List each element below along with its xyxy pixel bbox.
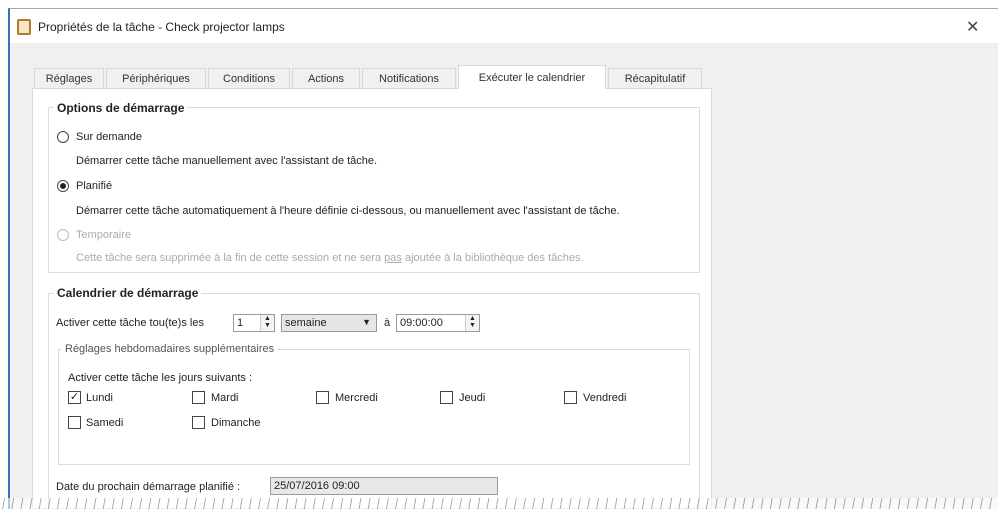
vendredi-label[interactable]: Vendredi [583,392,626,404]
mardi-label[interactable]: Mardi [211,392,239,404]
on-demand-label[interactable]: Sur demande [76,131,142,143]
temporary-desc: Cette tâche sera supprimée à la fin de c… [76,252,584,264]
days-label: Activer cette tâche les jours suivants : [68,372,253,384]
chevron-down-icon: ▼ [362,317,371,327]
schedule-title: Calendrier de démarrage [54,286,202,300]
mercredi-label[interactable]: Mercredi [335,392,378,404]
clipboard-icon [17,19,31,35]
title-bar: Propriétés de la tâche - Check projector… [10,9,998,43]
startup-options-group [48,107,700,273]
jeudi-checkbox[interactable] [440,391,453,404]
weekly-settings-group [58,349,690,465]
at-label: à [384,317,391,329]
tab-recapitulatif[interactable]: Récapitulatif [608,68,702,88]
weekly-settings-title: Réglages hebdomadaires supplémentaires [62,343,278,355]
window-title: Propriétés de la tâche - Check projector… [38,20,285,34]
tab-actions[interactable]: Actions [292,68,360,88]
temporary-label[interactable]: Temporaire [76,229,131,241]
lundi-checkbox[interactable]: ✓ [68,391,81,404]
scheduled-radio[interactable] [57,180,69,192]
dimanche-label[interactable]: Dimanche [211,417,261,429]
vendredi-checkbox[interactable] [564,391,577,404]
startup-options-title: Options de démarrage [54,101,188,115]
interval-spinner[interactable]: 1 ▲ ▼ [233,314,275,332]
unit-dropdown[interactable]: semaine ▼ [281,314,377,332]
on-demand-desc: Démarrer cette tâche manuellement avec l… [76,155,378,167]
on-demand-radio[interactable] [57,131,69,143]
tab-notifications[interactable]: Notifications [362,68,456,88]
samedi-label[interactable]: Samedi [86,417,123,429]
torn-edge [0,498,998,509]
spin-arrows-icon[interactable]: ▲ ▼ [465,315,479,331]
jeudi-label[interactable]: Jeudi [459,392,485,404]
next-run-label: Date du prochain démarrage planifié : [56,481,241,493]
scheduled-desc: Démarrer cette tâche automatiquement à l… [76,205,620,217]
tab-executer-calendrier[interactable]: Exécuter le calendrier [458,65,606,89]
lundi-label[interactable]: Lundi [86,392,113,404]
mardi-checkbox[interactable] [192,391,205,404]
dimanche-checkbox[interactable] [192,416,205,429]
time-spinner[interactable]: 09:00:00 ▲ ▼ [396,314,480,332]
tab-peripheriques[interactable]: Périphériques [106,68,206,88]
scheduled-label[interactable]: Planifié [76,180,112,192]
close-button[interactable]: ✕ [966,17,979,37]
mercredi-checkbox[interactable] [316,391,329,404]
tab-reglages[interactable]: Réglages [34,68,104,88]
tab-conditions[interactable]: Conditions [208,68,290,88]
temporary-radio[interactable] [57,229,69,241]
spin-arrows-icon[interactable]: ▲ ▼ [260,315,274,331]
every-label: Activer cette tâche tou(te)s les [56,317,204,329]
samedi-checkbox[interactable] [68,416,81,429]
next-run-field: 25/07/2016 09:00 [270,477,498,495]
